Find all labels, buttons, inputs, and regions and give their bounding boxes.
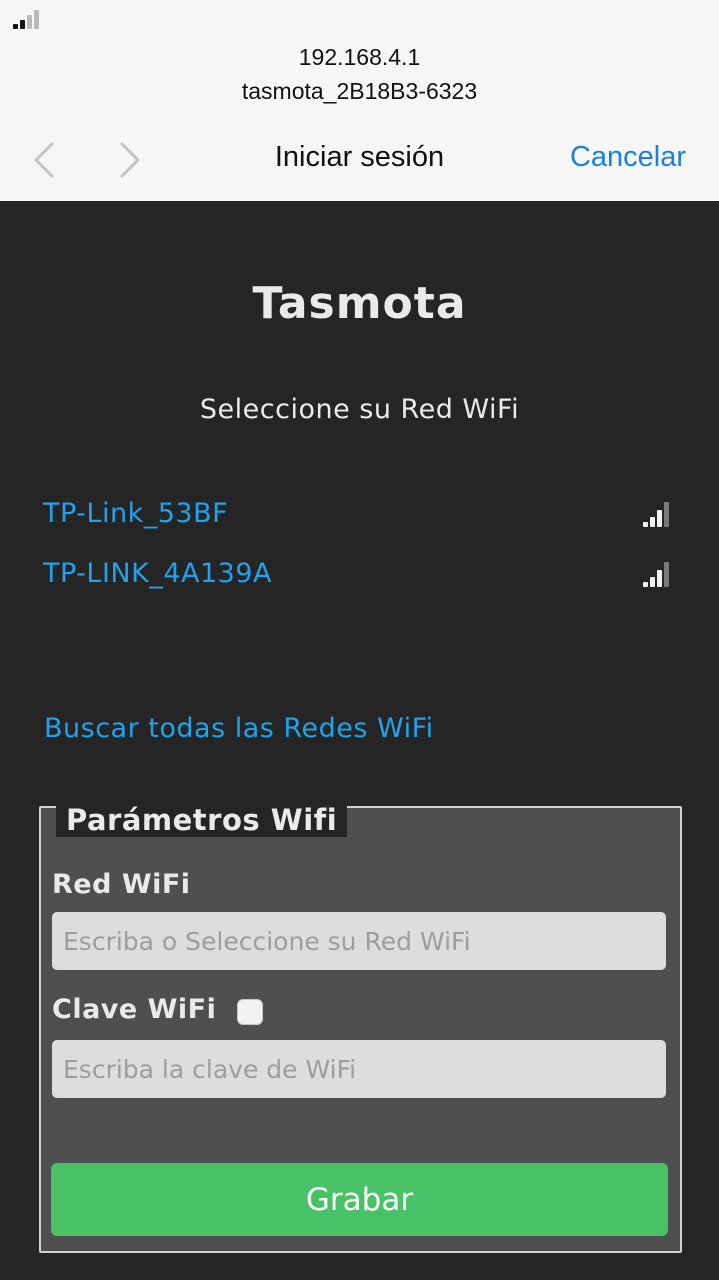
cellular-signal-icon [13, 9, 45, 29]
network-link[interactable]: TP-LINK_4A139A [43, 558, 272, 589]
show-password-checkbox[interactable] [237, 999, 263, 1025]
network-link[interactable]: TP-Link_53BF [43, 498, 228, 529]
fieldset-legend: Parámetros Wifi [56, 803, 348, 837]
network-item[interactable]: TP-Link_53BF [43, 498, 679, 538]
page-host: 192.168.4.1 [298, 44, 421, 70]
network-item[interactable]: TP-LINK_4A139A [43, 558, 679, 598]
page-title: Tasmota [252, 278, 467, 329]
wifi-signal-bars-icon [643, 501, 673, 527]
wifi-signal-bars-icon [643, 561, 673, 587]
ssid-input[interactable] [52, 912, 666, 970]
password-label: Clave WiFi [52, 994, 217, 1025]
ssid-label: Red WiFi [52, 869, 191, 900]
save-button[interactable]: Grabar [51, 1163, 668, 1236]
captive-portal-header: 192.168.4.1 tasmota_2B18B3-6323 Iniciar … [0, 0, 719, 201]
password-input[interactable] [52, 1040, 666, 1098]
network-name: tasmota_2B18B3-6323 [241, 78, 478, 104]
scan-all-networks-link[interactable]: Buscar todas las Redes WiFi [44, 713, 434, 744]
cancel-button[interactable]: Cancelar [570, 141, 686, 174]
page-subtitle: Seleccione su Red WiFi [199, 394, 520, 425]
